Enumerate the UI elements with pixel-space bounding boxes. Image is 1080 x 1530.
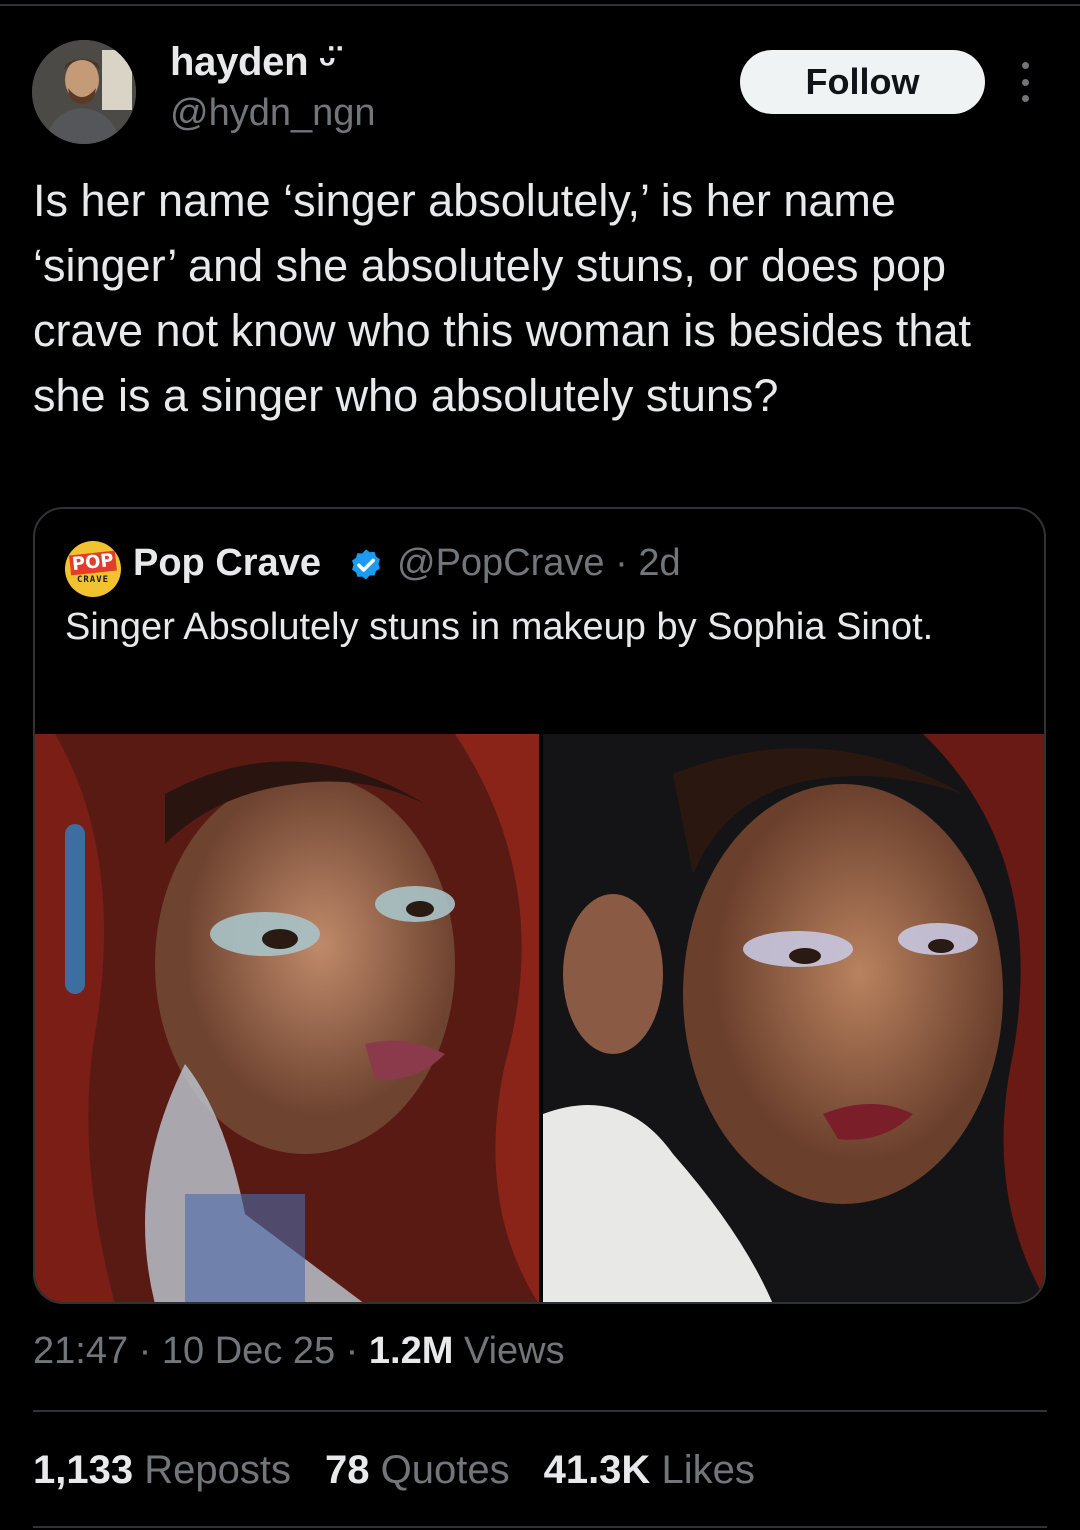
reposts-label: Reposts xyxy=(144,1448,291,1492)
quoted-author-name: Pop Crave xyxy=(133,542,321,584)
separator-dot: · xyxy=(345,1330,369,1372)
quoted-tweet-card[interactable]: POP CRAVE Pop Crave @PopCrave · 2d Singe… xyxy=(33,507,1046,1304)
tweet-timestamp[interactable]: 21:47 · 10 Dec 25 · 1.2M Views xyxy=(33,1330,565,1373)
avatar-image xyxy=(32,40,136,144)
likes-label: Likes xyxy=(661,1448,755,1492)
quotes-label: Quotes xyxy=(380,1448,510,1492)
verified-icon xyxy=(352,549,380,580)
more-dot xyxy=(1021,78,1029,86)
more-icon[interactable] xyxy=(1012,62,1038,102)
likes-count: 41.3K xyxy=(543,1448,651,1492)
quotes-stat[interactable]: 78 Quotes xyxy=(325,1448,510,1493)
more-dot xyxy=(1021,95,1029,102)
photo-1-image xyxy=(35,734,539,1302)
quoted-tweet-text: Singer Absolutely stuns in makeup by Sop… xyxy=(65,606,934,648)
pop-crave-logo[interactable]: POP CRAVE xyxy=(65,541,121,597)
views-label: Views xyxy=(463,1330,565,1372)
tweet-time: 21:47 xyxy=(33,1330,129,1372)
author-handle[interactable]: @hydn_ngn xyxy=(170,92,376,135)
views-count: 1.2M xyxy=(368,1330,454,1372)
bottom-divider xyxy=(33,1526,1047,1528)
tweet-text: Is her name ‘singer absolutely,’ is her … xyxy=(33,175,984,421)
tweet-date: 10 Dec 25 xyxy=(161,1330,336,1372)
photo-2-image xyxy=(543,734,1044,1302)
more-dot xyxy=(1021,62,1029,69)
stats-divider xyxy=(33,1410,1047,1412)
author-avatar[interactable] xyxy=(32,40,136,144)
quoted-author-meta: @PopCrave · 2d xyxy=(397,542,681,584)
engagement-stats: 1,133 Reposts 78 Quotes 41.3K Likes xyxy=(33,1448,755,1493)
reposts-stat[interactable]: 1,133 Reposts xyxy=(33,1448,291,1493)
reposts-count: 1,133 xyxy=(33,1448,134,1492)
media-photo-2[interactable] xyxy=(543,734,1044,1302)
separator-dot: · xyxy=(138,1330,162,1372)
media-grid xyxy=(35,734,1044,1302)
media-photo-1[interactable] xyxy=(35,734,539,1302)
logo-text-top: POP xyxy=(69,549,117,576)
top-divider xyxy=(0,4,1080,6)
author-display-name[interactable]: hayden ᵕ̈ xyxy=(170,40,335,85)
follow-button[interactable]: Follow xyxy=(740,50,985,114)
logo-text-bottom: CRAVE xyxy=(76,575,110,585)
likes-stat[interactable]: 41.3K Likes xyxy=(544,1448,755,1493)
quotes-count: 78 xyxy=(324,1448,370,1492)
